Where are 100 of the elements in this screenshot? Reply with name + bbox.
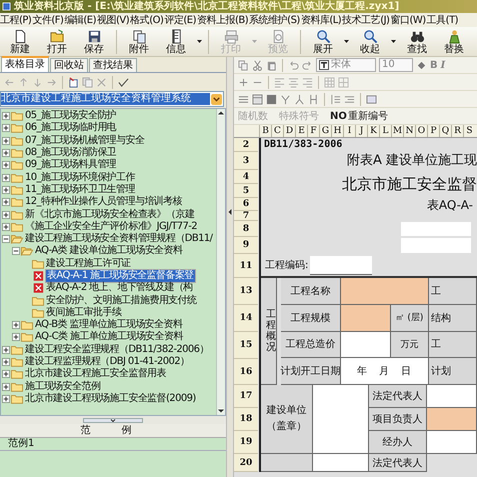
merge-icon[interactable]: [280, 94, 291, 104]
tree-item[interactable]: 建设工程监理规程（DBJ 01-41-2002）: [24, 356, 190, 368]
tree-item[interactable]: 05_施工现场安全防护: [24, 110, 118, 122]
tree-item[interactable]: AQ-A类 建设单位施工现场安全资料: [34, 245, 184, 258]
column-header[interactable]: L: [379, 125, 391, 137]
plus-box-icon[interactable]: [2, 210, 10, 219]
column-header[interactable]: G: [319, 125, 331, 137]
date-field[interactable]: 年 月 日: [341, 358, 429, 385]
row-number[interactable]: 15: [234, 332, 258, 359]
input-field[interactable]: [341, 332, 391, 358]
clipboard-icon[interactable]: [266, 60, 277, 70]
list-item[interactable]: 范例1: [0, 438, 226, 451]
row-number[interactable]: 19: [234, 431, 258, 454]
plus-box-icon[interactable]: [2, 382, 10, 391]
picture-icon[interactable]: [366, 94, 377, 104]
row-number[interactable]: 9: [234, 237, 258, 254]
stamp-area[interactable]: [313, 385, 369, 454]
plus-box-icon[interactable]: [2, 394, 10, 403]
insert-rows-icon[interactable]: [238, 94, 249, 104]
table-icon[interactable]: [252, 94, 263, 104]
caret-icon[interactable]: [197, 40, 202, 43]
row-number[interactable]: 3: [234, 152, 258, 170]
column-header[interactable]: R: [451, 125, 463, 137]
input-field[interactable]: [427, 431, 477, 454]
column-header[interactable]: J: [355, 125, 367, 137]
column-header[interactable]: O: [415, 125, 427, 137]
row-number[interactable]: 11: [234, 254, 258, 278]
plus-box-icon[interactable]: [2, 174, 10, 182]
row-number[interactable]: 6: [234, 198, 258, 211]
menu-item[interactable]: 窗口(W): [390, 14, 426, 26]
toolbar-button[interactable]: 展开: [305, 28, 341, 56]
collapse-arrow-icon[interactable]: [228, 209, 232, 215]
input-field[interactable]: [313, 454, 369, 472]
toolbar-button[interactable]: 附件: [121, 28, 157, 56]
line-spacing-icon[interactable]: [330, 94, 341, 104]
toolbar-button[interactable]: 收起: [352, 28, 388, 56]
toolbar-button[interactable]: 新建: [2, 28, 38, 56]
tree-item[interactable]: 建设工程施工许可证: [45, 258, 132, 270]
tree-item[interactable]: 09_施工现场料具管理: [24, 159, 118, 172]
row-number[interactable]: 13: [234, 278, 258, 305]
blank-cell[interactable]: [401, 222, 471, 236]
row-number[interactable]: 2: [234, 138, 258, 152]
menu-item[interactable]: 资料上报(B): [197, 14, 248, 26]
split-icon[interactable]: [294, 94, 305, 104]
column-header[interactable]: B: [259, 125, 271, 137]
input-field[interactable]: [341, 278, 429, 305]
column-header[interactable]: E: [295, 125, 307, 137]
scissors-icon[interactable]: [252, 60, 263, 70]
row-number[interactable]: 5: [234, 184, 258, 198]
plus-box-icon[interactable]: [2, 149, 10, 158]
input-field[interactable]: [310, 256, 372, 274]
tree-item[interactable]: 12_特种作业操作人员管理与培训考核: [24, 196, 183, 208]
tab[interactable]: 表格目录: [1, 56, 49, 72]
columns-icon[interactable]: [308, 94, 319, 104]
plus-box-icon[interactable]: [12, 333, 20, 342]
tab[interactable]: 回收站: [50, 58, 88, 72]
add-document-icon[interactable]: [68, 76, 79, 88]
column-header[interactable]: K: [367, 125, 379, 137]
tree-item[interactable]: 11_施工现场环卫卫生管理: [24, 184, 136, 196]
menu-item[interactable]: 技术工艺(J): [342, 14, 390, 26]
plus-box-icon[interactable]: [2, 112, 10, 120]
redo-icon[interactable]: [302, 60, 313, 70]
menu-item[interactable]: 资料库(L): [300, 14, 342, 26]
row-number[interactable]: 20: [234, 454, 258, 472]
tree-item[interactable]: 北京市建设工程现场施工安全监督(2009): [24, 392, 197, 405]
align-center-icon[interactable]: [288, 76, 299, 88]
table-icon[interactable]: [266, 94, 277, 104]
column-header[interactable]: D: [283, 125, 295, 137]
indent-icon[interactable]: [344, 94, 355, 104]
plus-box-icon[interactable]: [2, 346, 10, 354]
input-field[interactable]: [427, 408, 477, 431]
row-number[interactable]: 16: [234, 359, 258, 385]
scroll-up-icon[interactable]: [217, 109, 225, 117]
checkmark-icon[interactable]: [118, 76, 129, 88]
toolbar-button[interactable]: 查找: [399, 28, 435, 56]
insert-button[interactable]: NO重新编号: [330, 109, 388, 123]
tree-item[interactable]: 新《北京市施工现场安全检查表》（京建: [24, 208, 196, 221]
tree-item[interactable]: 建设工程施工现场安全资料管理规程（DB11/: [24, 233, 214, 246]
tree-item[interactable]: 07_施工现场机械管理与安全: [24, 134, 146, 147]
menu-item[interactable]: 视图(V): [97, 14, 130, 26]
plus-box-icon[interactable]: [2, 198, 10, 206]
blank-cell[interactable]: [401, 238, 471, 253]
plus-box-icon[interactable]: [2, 124, 10, 132]
minus-box-icon[interactable]: [12, 247, 20, 256]
menu-item[interactable]: 文件(F): [32, 14, 64, 26]
column-header[interactable]: I: [343, 125, 355, 137]
splitter-handle-icon[interactable]: [83, 418, 143, 422]
plus-box-icon[interactable]: [2, 358, 10, 366]
menu-item[interactable]: 格式(O): [130, 14, 164, 26]
plus-box-icon[interactable]: [2, 161, 10, 170]
minus-box-icon[interactable]: [2, 235, 10, 244]
menu-item[interactable]: 编辑(E): [64, 14, 96, 26]
plus-box-icon[interactable]: [2, 186, 10, 194]
column-header[interactable]: S: [463, 125, 475, 137]
plus-box-icon[interactable]: [2, 136, 10, 145]
menu-item[interactable]: 工具(T): [426, 14, 458, 26]
toolbar-button[interactable]: 打开: [39, 28, 75, 56]
column-header[interactable]: C: [271, 125, 283, 137]
tree-item[interactable]: AQ-C类 施工单位施工现场安全资料: [34, 331, 184, 344]
plus-box-icon[interactable]: [2, 222, 10, 231]
